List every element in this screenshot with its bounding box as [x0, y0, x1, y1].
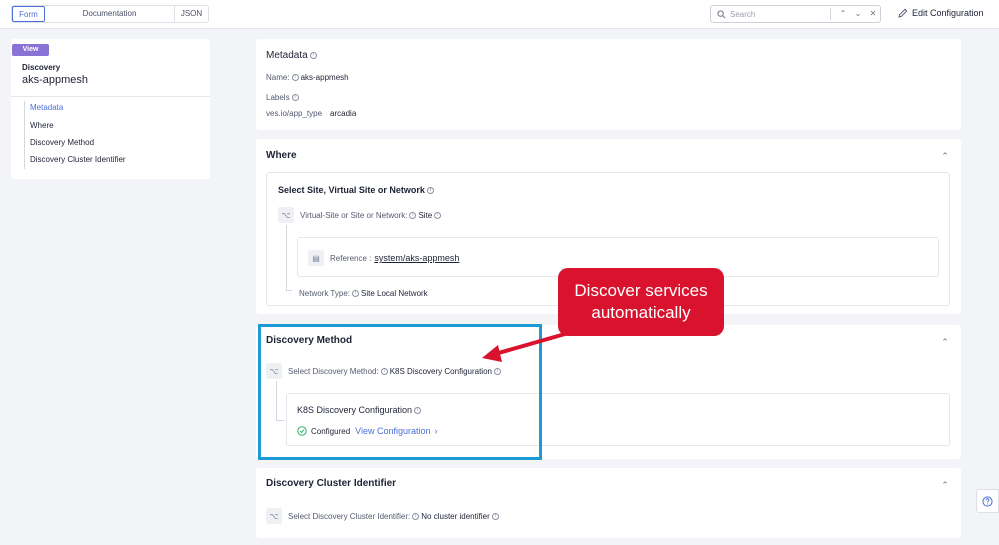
question-icon — [982, 495, 993, 507]
chevron-up-icon[interactable]: ⌃ — [941, 152, 949, 161]
metadata-label-pair: ves.io/app_type arcadia — [266, 109, 356, 118]
where-choice-value: Site — [418, 210, 433, 220]
metadata-card: Metadata i Name: i aks-appmesh Labels i ves.… — [256, 39, 961, 130]
where-title: Where — [266, 150, 297, 161]
metadata-labels-row: Labels i — [266, 93, 301, 102]
tree-line — [286, 225, 287, 291]
object-name: aks-appmesh — [22, 74, 89, 86]
object-type: Discovery — [22, 63, 61, 72]
sidebar-item-discovery-method[interactable]: Discovery Method — [30, 138, 94, 147]
where-select-title: Select Site, Virtual Site or Network i — [278, 185, 436, 195]
metadata-name-row: Name: i aks-appmesh — [266, 73, 349, 82]
chevron-up-icon[interactable]: ⌃ — [941, 481, 949, 490]
labels-label: Labels — [266, 93, 290, 102]
info-icon: i — [412, 512, 420, 520]
branch-icon: ⌥ — [266, 508, 282, 524]
label-key: ves.io/app_type — [266, 109, 323, 118]
sidebar-item-where[interactable]: Where — [30, 121, 54, 130]
where-choice-row: ⌥ Virtual-Site or Site or Network: i Site i — [278, 207, 443, 223]
info-icon: i — [309, 51, 317, 59]
search-divider — [830, 8, 831, 20]
name-label: Name: — [266, 73, 290, 82]
chevron-up-icon[interactable]: ⌃ — [941, 338, 949, 347]
view-tabs: Form Documentation JSON — [11, 5, 209, 23]
reference-label: Reference : — [330, 253, 372, 263]
metadata-title: Metadata i — [266, 50, 319, 61]
info-icon: i — [491, 512, 499, 520]
pencil-icon — [898, 8, 908, 18]
view-badge: View — [12, 44, 49, 56]
metadata-title-text: Metadata — [266, 50, 308, 61]
where-choice-label: Virtual-Site or Site or Network: — [300, 210, 408, 220]
callout-bubble: Discover services automatically — [558, 268, 724, 336]
tab-documentation[interactable]: Documentation — [45, 6, 175, 22]
cluster-identifier-select-value: No cluster identifier — [421, 511, 490, 521]
info-icon: i — [434, 211, 442, 219]
chevron-down-icon[interactable]: ⌄ — [852, 8, 864, 20]
info-icon: i — [426, 186, 434, 194]
name-value: aks-appmesh — [300, 73, 349, 82]
network-type-row: Network Type: i Site Local Network — [299, 289, 428, 298]
cluster-identifier-card: Discovery Cluster Identifier ⌃ ⌥ Select … — [256, 468, 961, 538]
network-type-label: Network Type: — [299, 289, 350, 298]
top-toolbar: Form Documentation JSON ⌃ ⌄ ✕ Edit Confi… — [0, 0, 999, 29]
branch-icon: ⌥ — [278, 207, 294, 223]
tab-form[interactable]: Form — [12, 6, 45, 22]
tree-branch — [286, 290, 292, 291]
help-button[interactable] — [976, 489, 999, 513]
callout-line-1: Discover services — [574, 281, 708, 300]
search-input[interactable] — [730, 9, 830, 19]
close-icon[interactable]: ✕ — [867, 8, 879, 20]
object-sidebar: View Discovery aks-appmesh Metadata Wher… — [11, 39, 210, 179]
where-select-title-text: Select Site, Virtual Site or Network — [278, 185, 425, 195]
cluster-identifier-select-label: Select Discovery Cluster Identifier: — [288, 511, 411, 521]
network-type-value: Site Local Network — [360, 289, 428, 298]
callout-line-2: automatically — [591, 303, 691, 322]
sidebar-divider — [11, 96, 210, 97]
info-icon: i — [409, 211, 417, 219]
info-icon: i — [291, 94, 299, 101]
label-value: arcadia — [330, 109, 357, 118]
search-box: ⌃ ⌄ ✕ — [710, 5, 881, 23]
reference-row: ▤ Reference : system/aks-appmesh — [308, 250, 459, 266]
tab-json[interactable]: JSON — [175, 6, 208, 22]
edit-configuration-button[interactable]: Edit Configuration — [898, 8, 984, 18]
reference-icon: ▤ — [308, 250, 324, 266]
edit-configuration-label: Edit Configuration — [912, 8, 984, 18]
cluster-identifier-select-row: ⌥ Select Discovery Cluster Identifier: i N… — [266, 508, 501, 524]
info-icon: i — [291, 74, 299, 81]
search-icon — [717, 9, 726, 18]
chevron-up-icon[interactable]: ⌃ — [837, 8, 849, 20]
reference-link[interactable]: system/aks-appmesh — [374, 253, 459, 263]
info-icon: i — [351, 290, 359, 297]
discovery-method-highlight — [258, 324, 542, 460]
sidebar-item-metadata[interactable]: Metadata — [30, 103, 63, 112]
cluster-identifier-title: Discovery Cluster Identifier — [266, 478, 397, 489]
sidebar-item-discovery-cluster-identifier[interactable]: Discovery Cluster Identifier — [30, 155, 126, 164]
nav-track — [24, 101, 25, 169]
